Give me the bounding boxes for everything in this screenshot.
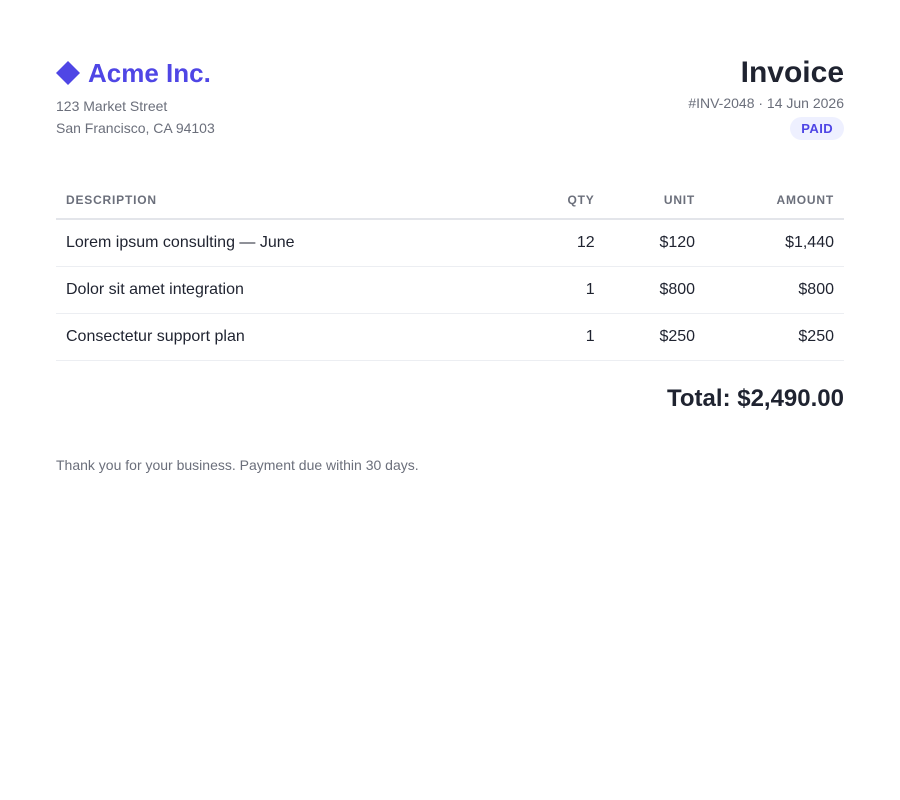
invoice-total: Total: $2,490.00 bbox=[667, 385, 844, 412]
table-row: Dolor sit amet integration 1 $800 $800 bbox=[56, 266, 844, 314]
diamond-icon bbox=[56, 61, 80, 85]
header-qty: QTY bbox=[504, 182, 605, 220]
row-description: Consectetur support plan bbox=[56, 313, 505, 361]
invoice-page: Acme Inc. 123 Market Street San Francisc… bbox=[0, 0, 900, 800]
status-badge: PAID bbox=[790, 117, 844, 140]
line-items-table: DESCRIPTION QTY UNIT AMOUNT Lorem ipsum … bbox=[56, 182, 844, 361]
footer-note: Thank you for your business. Payment due… bbox=[56, 457, 419, 473]
row-qty: 1 bbox=[504, 266, 605, 314]
row-amount: $250 bbox=[705, 313, 844, 361]
invoice-title: Invoice bbox=[740, 56, 844, 89]
invoice-header: Acme Inc. 123 Market Street San Francisc… bbox=[56, 58, 844, 140]
invoice-number-date: #INV-2048 · 14 Jun 2026 bbox=[688, 95, 844, 111]
table-header-row: DESCRIPTION QTY UNIT AMOUNT bbox=[56, 182, 844, 220]
row-amount: $1,440 bbox=[705, 219, 844, 267]
company-name: Acme Inc. bbox=[88, 58, 211, 88]
header-description: DESCRIPTION bbox=[56, 182, 505, 220]
address-line-2: San Francisco, CA 94103 bbox=[56, 120, 215, 136]
header-unit: UNIT bbox=[604, 182, 706, 220]
row-description: Lorem ipsum consulting — June bbox=[56, 219, 505, 267]
row-unit: $120 bbox=[604, 219, 706, 267]
table-row: Consectetur support plan 1 $250 $250 bbox=[56, 313, 844, 361]
brand: Acme Inc. bbox=[56, 58, 215, 88]
table-row: Lorem ipsum consulting — June 12 $120 $1… bbox=[56, 219, 844, 267]
company-address: 123 Market Street San Francisco, CA 9410… bbox=[56, 95, 215, 139]
row-unit: $800 bbox=[604, 266, 706, 314]
row-description: Dolor sit amet integration bbox=[56, 266, 505, 314]
address-line-1: 123 Market Street bbox=[56, 98, 168, 114]
header-amount: AMOUNT bbox=[705, 182, 844, 220]
row-qty: 1 bbox=[504, 313, 605, 361]
row-amount: $800 bbox=[705, 266, 844, 314]
invoice-meta: Invoice #INV-2048 · 14 Jun 2026 PAID bbox=[688, 58, 844, 140]
row-qty: 12 bbox=[504, 219, 605, 267]
company-block: Acme Inc. 123 Market Street San Francisc… bbox=[56, 58, 215, 139]
row-unit: $250 bbox=[604, 313, 706, 361]
